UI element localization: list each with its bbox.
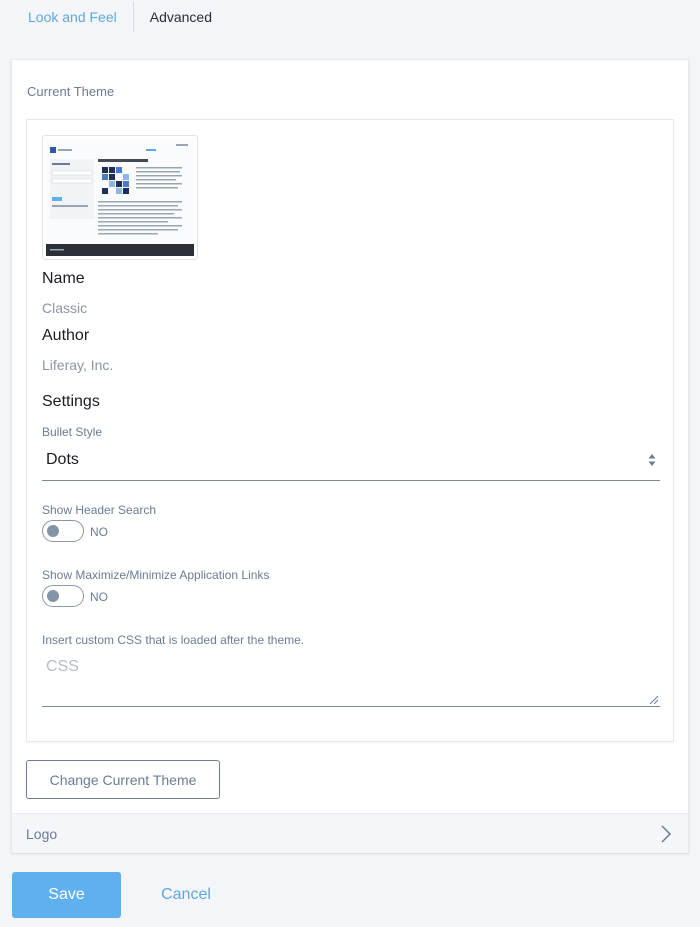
theme-preview-graphic (46, 139, 194, 256)
toggle-knob (47, 525, 59, 537)
save-button[interactable]: Save (12, 872, 121, 918)
author-value: Liferay, Inc. (42, 357, 114, 373)
logo-label: Logo (26, 825, 58, 842)
name-value: Classic (42, 300, 88, 316)
bullet-style-label: Bullet Style (42, 425, 103, 439)
theme-card: Current Theme Name Classic Author Lifera… (11, 59, 689, 853)
theme-thumbnail-image (46, 139, 194, 256)
tab-look-and-feel[interactable]: Look and Feel (12, 2, 133, 32)
bullet-style-value: Dots (46, 451, 79, 468)
max-min-links-toggle[interactable] (42, 585, 84, 607)
logo-panel-header[interactable]: Logo (12, 813, 688, 853)
change-current-theme-button[interactable]: Change Current Theme (26, 760, 220, 799)
max-min-links-state: NO (90, 590, 108, 604)
header-search-label: Show Header Search (42, 503, 157, 517)
current-theme-panel: Name Classic Author Liferay, Inc. Settin… (26, 119, 674, 742)
section-title: Current Theme (27, 84, 115, 99)
custom-css-textarea[interactable]: CSS (42, 650, 660, 707)
custom-css-placeholder: CSS (46, 658, 79, 675)
resize-grip-icon[interactable] (647, 693, 659, 705)
max-min-links-label: Show Maximize/Minimize Application Links (42, 568, 270, 582)
cancel-button[interactable]: Cancel (148, 872, 224, 918)
header-search-toggle[interactable] (42, 520, 84, 542)
theme-thumbnail (42, 135, 198, 260)
sort-arrows-icon (648, 454, 656, 466)
name-label: Name (42, 270, 85, 287)
tab-bar: Look and Feel Advanced (12, 0, 228, 34)
toggle-knob (47, 590, 59, 602)
author-label: Author (42, 327, 90, 344)
settings-label: Settings (42, 393, 100, 410)
bullet-style-select[interactable]: Dots (42, 440, 660, 481)
tab-advanced[interactable]: Advanced (132, 2, 228, 32)
header-search-state: NO (90, 525, 108, 539)
chevron-right-icon (661, 825, 672, 843)
custom-css-label: Insert custom CSS that is loaded after t… (42, 633, 305, 647)
